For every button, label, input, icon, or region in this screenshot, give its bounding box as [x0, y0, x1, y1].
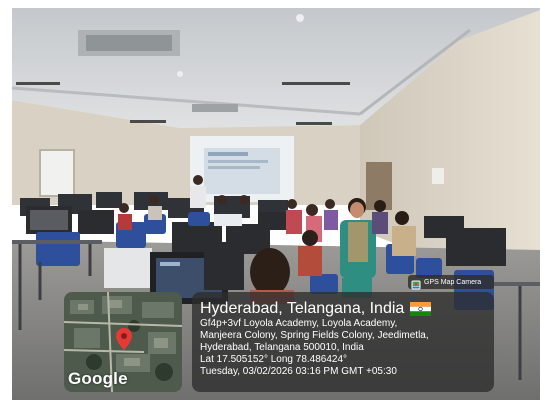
map-thumbnail: Google	[64, 292, 182, 392]
india-flag-icon	[410, 301, 432, 316]
location-title: Hyderabad, Telangana, India	[200, 300, 405, 317]
address-line-3: Hyderabad, Telangana 500010, India	[200, 342, 364, 353]
gps-map-camera-badge: GPS Map Camera	[408, 275, 494, 290]
location-info-card: Hyderabad, Telangana, India Gf4p+3vf Loy…	[192, 292, 494, 392]
badge-label: GPS Map Camera	[424, 278, 482, 286]
map-pin-icon	[116, 328, 132, 350]
address-line-1: Gf4p+3vf Loyola Academy, Loyola Academy,	[200, 318, 398, 329]
coordinates: Lat 17.505152° Long 78.486424°	[200, 354, 348, 365]
timestamp: Tuesday, 03/02/2026 03:16 PM GMT +05:30	[200, 366, 397, 377]
gps-camera-icon	[411, 277, 421, 290]
google-logo: Google	[68, 369, 128, 388]
address-line-2: Manjeera Colony, Spring Fields Colony, J…	[200, 330, 429, 341]
photo-frame: GPS Map Camera Google Hyderabad, Telanga…	[0, 0, 545, 405]
